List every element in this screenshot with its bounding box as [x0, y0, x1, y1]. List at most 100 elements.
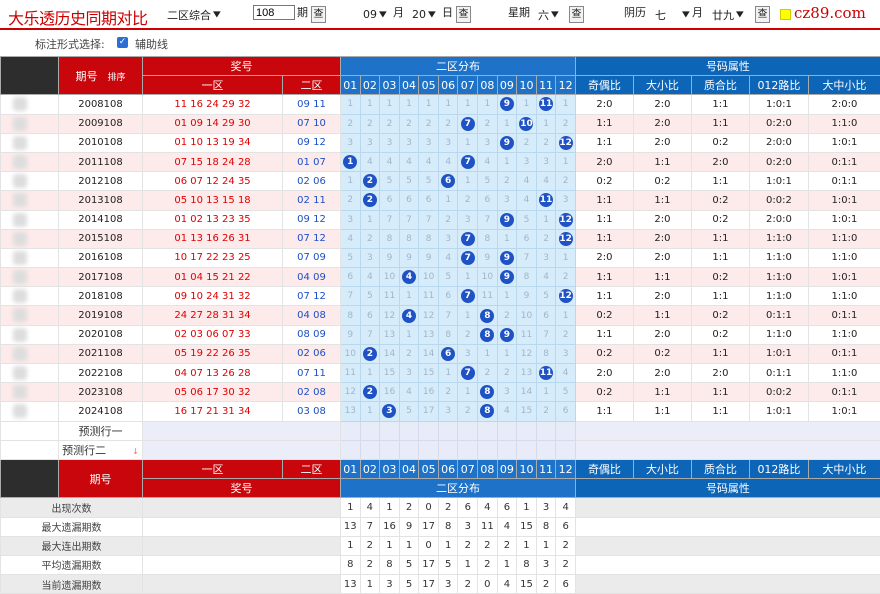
predict-dist-cell[interactable] [536, 440, 556, 459]
dist-cell: 11 [536, 364, 556, 383]
arrow-down-icon[interactable]: ↓ [132, 447, 139, 456]
query-period-button[interactable]: 查 [311, 6, 326, 23]
predict-dist-cell[interactable] [341, 421, 361, 440]
predict-dist-cell[interactable] [517, 421, 537, 440]
attr-cell: 1:1 [575, 325, 633, 344]
attr-cell: 0:1:1 [749, 306, 808, 325]
attr-cell: 0:2 [691, 191, 749, 210]
attr-cell: 0:2 [691, 325, 749, 344]
avatar [1, 249, 58, 267]
predict-dist-cell[interactable] [419, 440, 439, 459]
dist-cell: 4 [536, 172, 556, 191]
predict-dist-cell[interactable] [419, 421, 439, 440]
predict-dist-cell[interactable] [438, 440, 458, 459]
attr-cell: 1:1 [691, 344, 749, 363]
chevron-down-icon: ▼ [551, 10, 559, 19]
hit-ball: 7 [461, 232, 475, 246]
predict-dist-cell[interactable] [341, 440, 361, 459]
stats-label: 出现次数 [1, 498, 143, 517]
hit-ball: 9 [500, 251, 514, 265]
week-select[interactable]: 六▼ [538, 6, 559, 23]
sort-link[interactable]: 排序 [107, 73, 125, 83]
zone2-header: 二区 [283, 459, 341, 478]
predict-dist-cell[interactable] [478, 440, 498, 459]
col-header-11: 11 [536, 459, 556, 478]
predict-dist-cell[interactable] [360, 421, 380, 440]
predict-dist-cell[interactable] [458, 440, 478, 459]
avatar [1, 364, 58, 382]
dist-cell: 1 [517, 95, 537, 114]
zone1-header: 一区 [143, 459, 283, 478]
hit-ball: 2 [363, 193, 377, 207]
footer-header-row-1: 期号一区二区010203040506070809101112奇偶比大小比质合比0… [1, 459, 880, 478]
predict-dist-cell[interactable] [497, 421, 517, 440]
query-week-button[interactable]: 查 [569, 6, 584, 23]
predict-dist-cell[interactable] [497, 440, 517, 459]
front-numbers: 04 07 13 26 28 [143, 364, 283, 383]
predict-dist-cell[interactable] [438, 421, 458, 440]
stats-row: 当前遗漏期数131351732041526 [1, 575, 880, 594]
day-select[interactable]: 20▼ [412, 6, 436, 23]
period-cell: 2020108 [59, 325, 143, 344]
predict-dist-cell[interactable] [556, 421, 576, 440]
chevron-down-icon: ▼ [682, 10, 690, 19]
query-date-button[interactable]: 查 [456, 6, 471, 23]
dist-cell: 1 [438, 191, 458, 210]
attr-header-2: 质合比 [691, 459, 749, 478]
front-numbers: 01 02 13 23 35 [143, 210, 283, 229]
attr-cell: 2:0:0 [808, 95, 880, 114]
period-input[interactable] [253, 5, 295, 20]
lunar-day-select[interactable]: 廿九▼ [712, 6, 744, 23]
predict-dist-cell[interactable] [536, 421, 556, 440]
col-header-04: 04 [399, 459, 419, 478]
zone-select[interactable]: 二区综合▼ [167, 6, 221, 23]
dist-cell: 11 [517, 325, 537, 344]
table-row: 201510801 13 16 26 3107 1242888378162121… [1, 229, 880, 248]
predict-dist-cell[interactable] [458, 421, 478, 440]
table-row: 202010802 03 06 07 3308 0997131138289117… [1, 325, 880, 344]
predict-dist-cell[interactable] [360, 440, 380, 459]
predict-dist-cell[interactable] [556, 440, 576, 459]
query-lunar-button[interactable]: 查 [755, 6, 770, 23]
attr-cell: 1:1 [633, 306, 691, 325]
front-numbers: 05 10 13 15 18 [143, 191, 283, 210]
predict-dist-cell[interactable] [399, 421, 419, 440]
dist-cell: 11 [341, 364, 361, 383]
dist-cell: 1 [458, 383, 478, 402]
col-header-05: 05 [419, 76, 439, 95]
predict-input-cell[interactable] [143, 421, 341, 440]
predict-input-cell[interactable] [143, 440, 341, 459]
dist-cell: 16 [380, 383, 400, 402]
dist-cell: 1 [497, 287, 517, 306]
site-logo[interactable]: cz89.com [776, 2, 880, 24]
day-select-value: 20 [412, 8, 426, 21]
month-select[interactable]: 09▼ [363, 6, 387, 23]
attr-header-0: 奇偶比 [575, 76, 633, 95]
attr-cell: 0:0:2 [749, 383, 808, 402]
stats-value: 17 [419, 575, 439, 594]
stats-label: 平均遗漏期数 [1, 555, 143, 574]
avatar-cell [1, 210, 59, 229]
logo-square-icon [780, 9, 791, 20]
dist-cell: 8 [438, 325, 458, 344]
avatar-cell [1, 133, 59, 152]
dist-cell: 1 [497, 229, 517, 248]
lunar-month-select[interactable]: 七▼ [655, 6, 690, 23]
dist-cell: 5 [380, 172, 400, 191]
stats-value: 3 [438, 575, 458, 594]
front-numbers: 05 06 17 30 32 [143, 383, 283, 402]
dist-cell: 8 [536, 344, 556, 363]
attr-header-4: 大中小比 [808, 76, 880, 95]
predict-dist-cell[interactable] [478, 421, 498, 440]
predict-dist-cell[interactable] [380, 440, 400, 459]
stats-value: 4 [497, 575, 517, 594]
blurred-avatar-icon [13, 193, 27, 207]
predict-dist-cell[interactable] [399, 440, 419, 459]
aux-line-checkbox[interactable]: ✓ [117, 37, 128, 48]
attr-header-2: 质合比 [691, 76, 749, 95]
stats-value: 0 [419, 498, 439, 517]
predict-dist-cell[interactable] [380, 421, 400, 440]
predict-dist-cell[interactable] [517, 440, 537, 459]
back-numbers: 08 09 [283, 325, 341, 344]
period-cell: 2010108 [59, 133, 143, 152]
